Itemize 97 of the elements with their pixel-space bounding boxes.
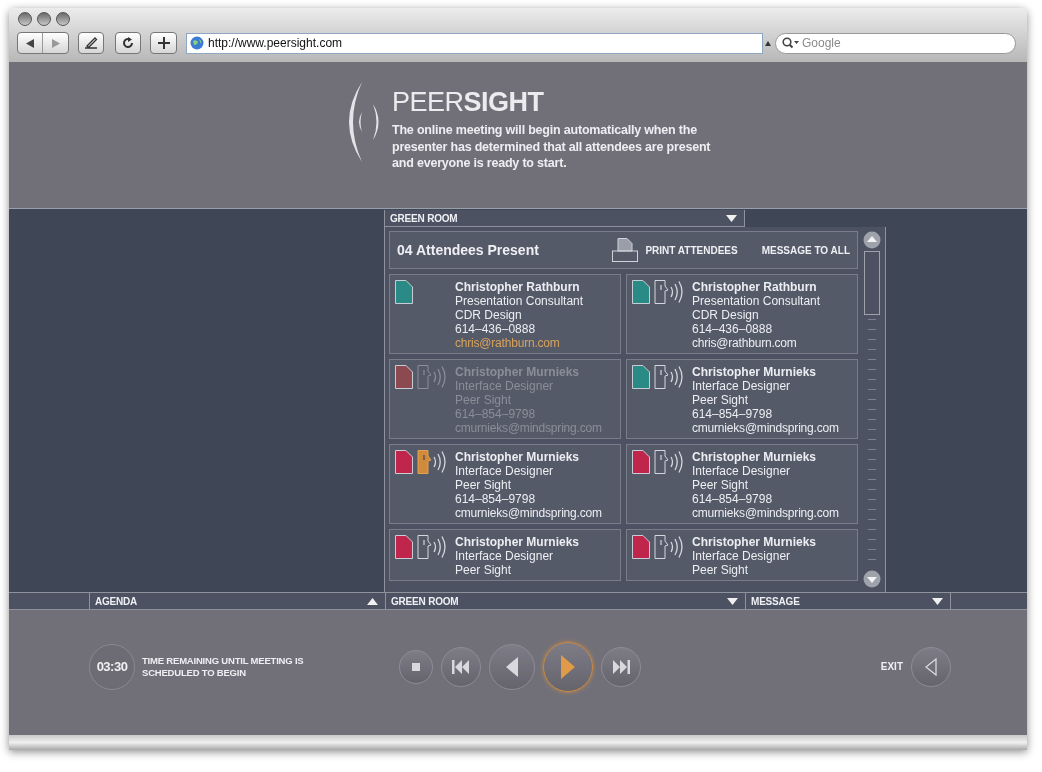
scroll-down-icon[interactable] <box>863 570 881 588</box>
document-icon[interactable] <box>632 535 650 559</box>
brand-name: PEERSIGHT <box>392 87 545 117</box>
attendee-name: Christopher Murnieks <box>455 450 581 464</box>
attendee-company: CDR Design <box>692 308 760 322</box>
reload-icon <box>122 37 134 49</box>
attendee-phone: 614–436–0888 <box>692 322 774 336</box>
attendee-card[interactable]: Christopher Murnieks Interface Designer Peer Sight <box>389 529 621 581</box>
skip-forward-button[interactable] <box>601 646 641 687</box>
back-arrow-icon <box>26 38 34 48</box>
attendee-card[interactable]: Christopher Rathburn Presentation Consultant CDR Design 614–436–0888 chris@rathburn.com <box>626 274 858 354</box>
speaking-head-icon[interactable] <box>654 450 686 474</box>
exit-arrow-icon <box>925 657 937 676</box>
speaking-head-icon[interactable] <box>654 365 686 389</box>
panel-tab[interactable]: AGENDA <box>89 593 385 609</box>
search-input[interactable]: Google <box>802 34 1009 52</box>
attendee-card[interactable]: Christopher Murnieks Interface Designer Peer Sight <box>626 529 858 581</box>
attendee-card[interactable]: Christopher Murnieks Interface Designer Peer Sight 614–854–9798 cmurnieks@mindspring.com <box>389 444 621 524</box>
attendee-phone: 614–854–9798 <box>692 407 774 421</box>
document-icon[interactable] <box>395 365 413 389</box>
skip-forward-icon <box>612 659 630 674</box>
attendee-company: Peer Sight <box>455 563 513 577</box>
zoom-window-button[interactable] <box>56 12 70 26</box>
search-icon <box>782 37 799 49</box>
address-field[interactable]: http://www.peersight.com <box>186 32 763 54</box>
intro-text: The online meeting will begin automatically when the presenter has determined that all attendees are present and everyone is ready to start. <box>392 122 712 172</box>
panel-tab[interactable]: MESSAGE <box>745 593 951 609</box>
speaking-head-icon[interactable] <box>417 450 449 474</box>
attendee-company: Peer Sight <box>692 478 750 492</box>
document-icon[interactable] <box>632 280 650 304</box>
reload-button[interactable] <box>115 32 141 54</box>
attendee-company: Peer Sight <box>692 563 750 577</box>
skip-back-icon <box>452 659 470 674</box>
attendee-email[interactable]: cmurnieks@mindspring.com <box>692 506 839 520</box>
scrollbar[interactable] <box>862 231 882 588</box>
plus-icon <box>157 37 170 49</box>
attendee-phone: 614–854–9798 <box>692 492 774 506</box>
attendee-name: Christopher Rathburn <box>692 280 818 294</box>
document-icon[interactable] <box>395 450 413 474</box>
room-tab[interactable]: GREEN ROOM <box>384 210 745 227</box>
scroll-thumb[interactable] <box>864 251 880 315</box>
attendee-name: Christopher Rathburn <box>455 280 581 294</box>
forward-arrow-icon <box>51 38 60 48</box>
attendee-card[interactable]: Christopher Murnieks Interface Designer Peer Sight 614–854–9798 cmurnieks@mindspring.com <box>626 444 858 524</box>
caret-icon <box>726 214 737 222</box>
speaking-head-icon[interactable] <box>654 280 686 304</box>
attendee-role: Interface Designer <box>692 549 792 563</box>
printer-icon[interactable] <box>612 238 639 262</box>
attendee-email[interactable]: chris@rathburn.com <box>692 336 821 350</box>
attendee-role: Presentation Consultant <box>692 294 821 308</box>
stop-button[interactable] <box>399 649 433 684</box>
dropdown-caret-icon[interactable] <box>765 40 771 46</box>
play-icon <box>561 654 575 679</box>
play-button[interactable] <box>543 641 593 692</box>
attendee-role: Interface Designer <box>455 464 555 478</box>
attendee-name: Christopher Murnieks <box>692 450 818 464</box>
back-icon <box>506 656 518 677</box>
attendee-role: Presentation Consultant <box>455 294 584 308</box>
speaking-head-icon[interactable] <box>417 535 449 559</box>
globe-icon <box>190 36 204 50</box>
back-button[interactable] <box>489 643 535 690</box>
message-all-button[interactable]: MESSAGE TO ALL <box>761 242 850 258</box>
attendee-phone: 614–436–0888 <box>455 322 537 336</box>
add-bookmark-button[interactable] <box>150 32 177 54</box>
document-icon[interactable] <box>395 280 413 304</box>
attendee-role: Interface Designer <box>692 464 792 478</box>
attendee-name: Christopher Murnieks <box>692 535 817 549</box>
speaking-head-icon[interactable] <box>654 535 686 559</box>
close-window-button[interactable] <box>18 12 32 26</box>
attendee-company: Peer Sight <box>692 393 750 407</box>
pencil-icon <box>84 37 98 49</box>
document-icon[interactable] <box>632 450 650 474</box>
attendee-phone: 614–854–9798 <box>455 492 537 506</box>
attendee-name: Christopher Murnieks <box>455 535 580 549</box>
attendee-card[interactable]: Christopher Rathburn Presentation Consultant CDR Design 614–436–0888 chris@rathburn.com <box>389 274 621 354</box>
attendee-company: Peer Sight <box>455 478 513 492</box>
timer-caption: TIME REMAINING UNTIL MEETING IS SCHEDULED TO BEGIN <box>142 654 305 679</box>
timer: 03:30 <box>89 643 135 690</box>
attendee-count: 04 Attendees Present <box>397 240 539 260</box>
document-icon[interactable] <box>632 365 650 389</box>
scroll-up-icon[interactable] <box>863 231 881 249</box>
attendee-role: Interface Designer <box>692 379 792 393</box>
attendee-card[interactable]: Christopher Murnieks Interface Designer Peer Sight 614–854–9798 cmurnieks@mindspring.com <box>626 359 858 439</box>
url-text: http://www.peersight.com <box>208 35 343 52</box>
attendee-role: Interface Designer <box>455 549 555 563</box>
stop-icon <box>412 662 420 671</box>
search-field[interactable]: Google <box>775 32 1016 54</box>
minimize-window-button[interactable] <box>37 12 51 26</box>
attendee-email[interactable]: cmurnieks@mindspring.com <box>455 506 602 520</box>
attendee-name: Christopher Murnieks <box>692 365 818 379</box>
attendee-email[interactable]: cmurnieks@mindspring.com <box>692 421 839 435</box>
document-icon[interactable] <box>395 535 413 559</box>
attendee-company: CDR Design <box>455 308 523 322</box>
panel-tab[interactable]: GREEN ROOM <box>385 593 745 609</box>
print-attendees-button[interactable]: PRINT ATTENDEES <box>645 242 738 258</box>
skip-back-button[interactable] <box>441 646 481 687</box>
edit-button[interactable] <box>78 32 104 54</box>
